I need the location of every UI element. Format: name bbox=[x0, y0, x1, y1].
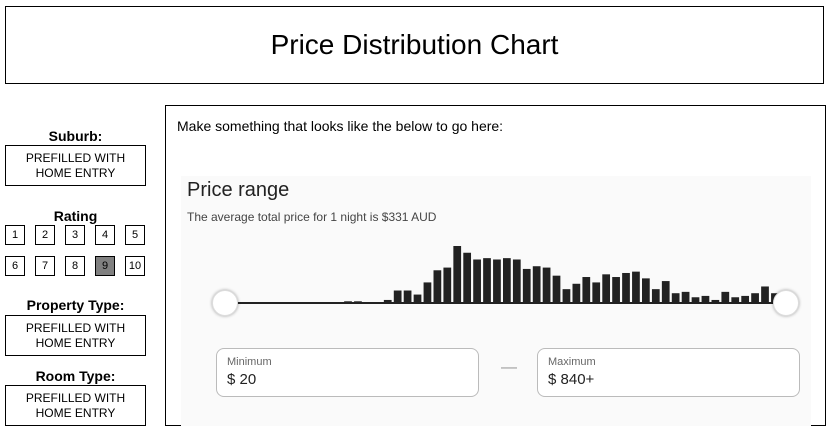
property-type-field[interactable]: PREFILLED WITH HOME ENTRY bbox=[5, 315, 146, 356]
histogram-bar bbox=[592, 282, 601, 304]
histogram-bar bbox=[542, 267, 551, 304]
rating-option-2[interactable]: 2 bbox=[35, 225, 55, 245]
histogram-bar bbox=[622, 272, 630, 304]
histogram-bar bbox=[443, 267, 452, 304]
price-histogram bbox=[324, 246, 779, 304]
rating-option-10[interactable]: 10 bbox=[125, 256, 145, 276]
rating-label: Rating bbox=[53, 208, 98, 224]
histogram-bar bbox=[473, 259, 481, 304]
rating-option-6[interactable]: 6 bbox=[5, 256, 25, 276]
rating-option-9[interactable]: 9 bbox=[95, 256, 115, 276]
minimum-field[interactable]: Minimum $ 20 bbox=[216, 348, 479, 397]
rating-option-1[interactable]: 1 bbox=[5, 225, 25, 245]
chart-panel: Make something that looks like the below… bbox=[165, 105, 826, 426]
price-range-mockup: Price range The average total price for … bbox=[181, 176, 811, 426]
histogram-bar bbox=[602, 274, 611, 304]
instruction-text: Make something that looks like the below… bbox=[177, 118, 504, 134]
suburb-label: Suburb: bbox=[48, 128, 103, 144]
minimum-value: $ 20 bbox=[227, 371, 257, 388]
range-track bbox=[229, 302, 784, 304]
histogram-bar bbox=[632, 271, 640, 304]
rating-option-7[interactable]: 7 bbox=[35, 256, 55, 276]
histogram-bar bbox=[522, 268, 531, 304]
rating-option-8[interactable]: 8 bbox=[65, 256, 85, 276]
page-title: Price Distribution Chart bbox=[270, 29, 559, 60]
min-handle[interactable] bbox=[212, 290, 238, 316]
maximum-field[interactable]: Maximum $ 840+ bbox=[537, 348, 800, 397]
histogram-bar bbox=[552, 275, 561, 304]
minimum-label: Minimum bbox=[227, 356, 272, 368]
room-type-label: Room Type: bbox=[35, 368, 116, 384]
histogram-bar bbox=[483, 258, 491, 304]
room-type-field[interactable]: PREFILLED WITH HOME ENTRY bbox=[5, 385, 146, 426]
histogram-bar bbox=[503, 258, 511, 304]
maximum-label: Maximum bbox=[548, 356, 596, 368]
maximum-value: $ 840+ bbox=[548, 371, 595, 388]
histogram-bar bbox=[642, 278, 650, 304]
histogram-bar bbox=[532, 266, 541, 304]
histogram-bar bbox=[453, 246, 462, 304]
histogram-bar bbox=[493, 259, 501, 304]
histogram-bar bbox=[463, 252, 472, 304]
histogram-bar bbox=[582, 277, 591, 304]
suburb-field[interactable]: PREFILLED WITH HOME ENTRY bbox=[5, 145, 146, 186]
histogram-bar bbox=[423, 282, 432, 304]
range-separator: — bbox=[501, 359, 517, 376]
histogram-bar bbox=[433, 270, 442, 304]
price-range-subtitle: The average total price for 1 night is $… bbox=[187, 210, 437, 224]
rating-option-5[interactable]: 5 bbox=[125, 225, 145, 245]
histogram-bar bbox=[572, 283, 581, 304]
histogram-bar bbox=[512, 259, 521, 304]
page-header: Price Distribution Chart bbox=[5, 6, 824, 84]
rating-option-3[interactable]: 3 bbox=[65, 225, 85, 245]
histogram-bar bbox=[612, 277, 620, 304]
property-type-label: Property Type: bbox=[26, 297, 125, 313]
histogram-bar bbox=[661, 281, 670, 304]
max-handle[interactable] bbox=[773, 290, 799, 316]
rating-option-4[interactable]: 4 bbox=[95, 225, 115, 245]
price-range-title: Price range bbox=[187, 179, 290, 201]
